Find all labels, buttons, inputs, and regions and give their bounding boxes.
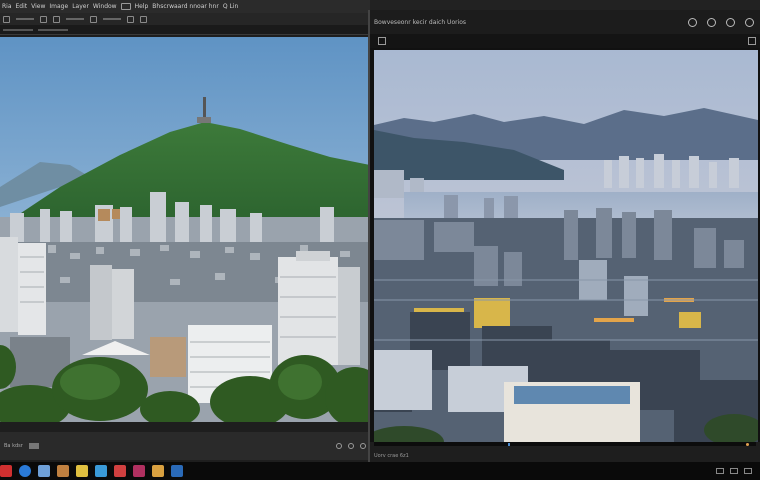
tool-brush-icon[interactable]	[90, 15, 97, 23]
right-status-bar: Uorv crae 6z1	[370, 442, 760, 462]
city-mountain-illustration	[0, 37, 370, 422]
menu-help[interactable]: Help	[135, 3, 149, 10]
battery-icon[interactable]	[744, 468, 752, 474]
document-tab[interactable]	[38, 28, 68, 31]
start-icon[interactable]	[0, 465, 12, 477]
zoom-out-icon[interactable]	[336, 443, 342, 449]
settings-icon[interactable]	[707, 17, 716, 27]
status-text: Ba kdsr	[4, 443, 23, 449]
toolbar-divider	[16, 18, 34, 20]
network-icon[interactable]	[716, 468, 724, 474]
zoom-in-icon[interactable]	[348, 443, 354, 449]
store-icon[interactable]	[95, 465, 107, 477]
tool-move-icon[interactable]	[3, 15, 10, 23]
fullscreen-icon[interactable]	[378, 37, 386, 45]
right-titlebar: Bowveseonr kecir daich Uorios	[370, 10, 760, 34]
menu-view[interactable]: View	[31, 3, 45, 10]
window-title: Bowveseonr kecir daich Uorios	[374, 18, 467, 26]
taskbar	[0, 462, 760, 480]
tool-select-icon[interactable]	[40, 15, 47, 23]
zoom-label[interactable]: Q Lin	[223, 3, 238, 10]
menu-image[interactable]: Image	[49, 3, 68, 10]
photo-icon[interactable]	[57, 465, 69, 477]
close-icon[interactable]	[745, 17, 754, 27]
folder-icon[interactable]	[152, 465, 164, 477]
toolbar-divider	[103, 18, 121, 20]
document-label: Bhscrwaard nnoar hnr	[152, 3, 219, 10]
tool-crop-icon[interactable]	[53, 15, 60, 23]
help-icon[interactable]	[688, 17, 697, 27]
timeline-bar[interactable]	[374, 442, 756, 446]
tool-zoom-icon[interactable]	[140, 15, 147, 23]
fit-icon[interactable]	[360, 443, 366, 449]
mail-icon[interactable]	[38, 465, 50, 477]
playhead-marker[interactable]	[508, 443, 510, 446]
right-toolbar	[370, 34, 760, 48]
app-icon[interactable]	[171, 465, 183, 477]
desktop-screen: Ria Edit View Image Layer Window Help Bh…	[0, 0, 760, 480]
share-icon[interactable]	[726, 17, 735, 27]
city-photo-left	[0, 37, 370, 422]
notes-icon[interactable]	[76, 465, 88, 477]
menu-layer[interactable]: Layer	[72, 3, 89, 10]
left-status-bar: Ba kdsr	[0, 432, 370, 460]
menu-edit[interactable]: Edit	[16, 3, 28, 10]
city-photo-right	[374, 50, 758, 442]
left-image-viewer-window: Ria Edit View Image Layer Window Help Bh…	[0, 0, 370, 462]
left-toolbar	[0, 13, 370, 25]
left-menubar: Ria Edit View Image Layer Window Help Bh…	[0, 0, 370, 13]
system-tray	[716, 468, 760, 474]
window-icon[interactable]	[120, 3, 131, 10]
tool-text-icon[interactable]	[127, 15, 134, 23]
volume-icon[interactable]	[730, 468, 738, 474]
calendar-icon[interactable]	[114, 465, 126, 477]
browser-icon[interactable]	[19, 465, 31, 477]
status-text: Uorv crae 6z1	[374, 453, 409, 459]
document-tab[interactable]	[3, 28, 33, 31]
menu-window[interactable]: Window	[93, 3, 117, 10]
end-marker[interactable]	[746, 443, 749, 446]
media-icon[interactable]	[133, 465, 145, 477]
expand-icon[interactable]	[748, 37, 756, 45]
harbor-city-illustration	[374, 50, 758, 442]
status-indicator	[28, 443, 39, 449]
toolbar-divider	[66, 18, 84, 20]
right-image-viewer-window: Bowveseonr kecir daich Uorios Uorv crae …	[368, 10, 760, 462]
menu-app-label[interactable]: Ria	[2, 3, 12, 10]
left-tabbar	[0, 25, 370, 35]
